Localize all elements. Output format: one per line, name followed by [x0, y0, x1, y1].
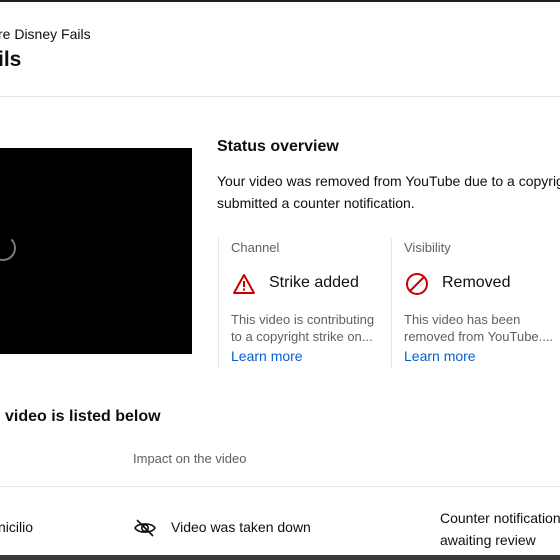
channel-card: Channel Strike added This video is contr… [218, 238, 379, 368]
copyright-details-panel: re Disney Fails ils Status overview Your… [0, 2, 560, 555]
status-description: Your video was removed from YouTube due … [217, 170, 560, 214]
status-description-line: Your video was removed from YouTube due … [217, 173, 560, 189]
visibility-label: Visibility [404, 240, 451, 255]
page-title: ils [0, 48, 22, 71]
channel-description-line: to a copyright strike on... [231, 329, 373, 344]
visibility-description-line: This video has been [404, 312, 521, 327]
column-header-impact: Impact on the video [133, 451, 247, 466]
visibility-status: Removed [442, 274, 511, 291]
claim-status-line: awaiting review [440, 532, 536, 548]
channel-description-line: This video is contributing [231, 312, 375, 327]
warning-triangle-icon [232, 272, 256, 296]
status-overview-heading: Status overview [217, 138, 339, 155]
channel-learn-more-link[interactable]: Learn more [231, 348, 303, 364]
eye-off-icon [133, 516, 157, 540]
loading-spinner-icon [0, 235, 16, 261]
claim-status-line: Counter notification [440, 510, 560, 526]
removed-circle-icon [405, 272, 429, 296]
strike-status: Strike added [269, 274, 359, 291]
video-player[interactable] [0, 148, 192, 354]
visibility-learn-more-link[interactable]: Learn more [404, 348, 476, 364]
video-title-subtitle: re Disney Fails [0, 26, 91, 42]
status-description-line: submitted a counter notification. [217, 195, 415, 211]
impact-text: Video was taken down [171, 519, 311, 535]
channel-label: Channel [231, 240, 280, 255]
page-header: re Disney Fails ils [0, 2, 560, 97]
visibility-description: This video has been removed from YouTube… [404, 311, 554, 345]
claims-list-heading: video is listed below [5, 408, 161, 425]
visibility-description-line: removed from YouTube.... [404, 329, 554, 344]
claim-status: Counter notification awaiting review [440, 507, 560, 551]
channel-description: This video is contributing to a copyrigh… [231, 311, 381, 345]
background-strip [0, 555, 560, 560]
table-row: nicilio Video was taken down Counter not… [0, 486, 560, 555]
visibility-card: Visibility Removed This video has been r… [391, 238, 554, 368]
claimant-name: nicilio [0, 519, 34, 535]
